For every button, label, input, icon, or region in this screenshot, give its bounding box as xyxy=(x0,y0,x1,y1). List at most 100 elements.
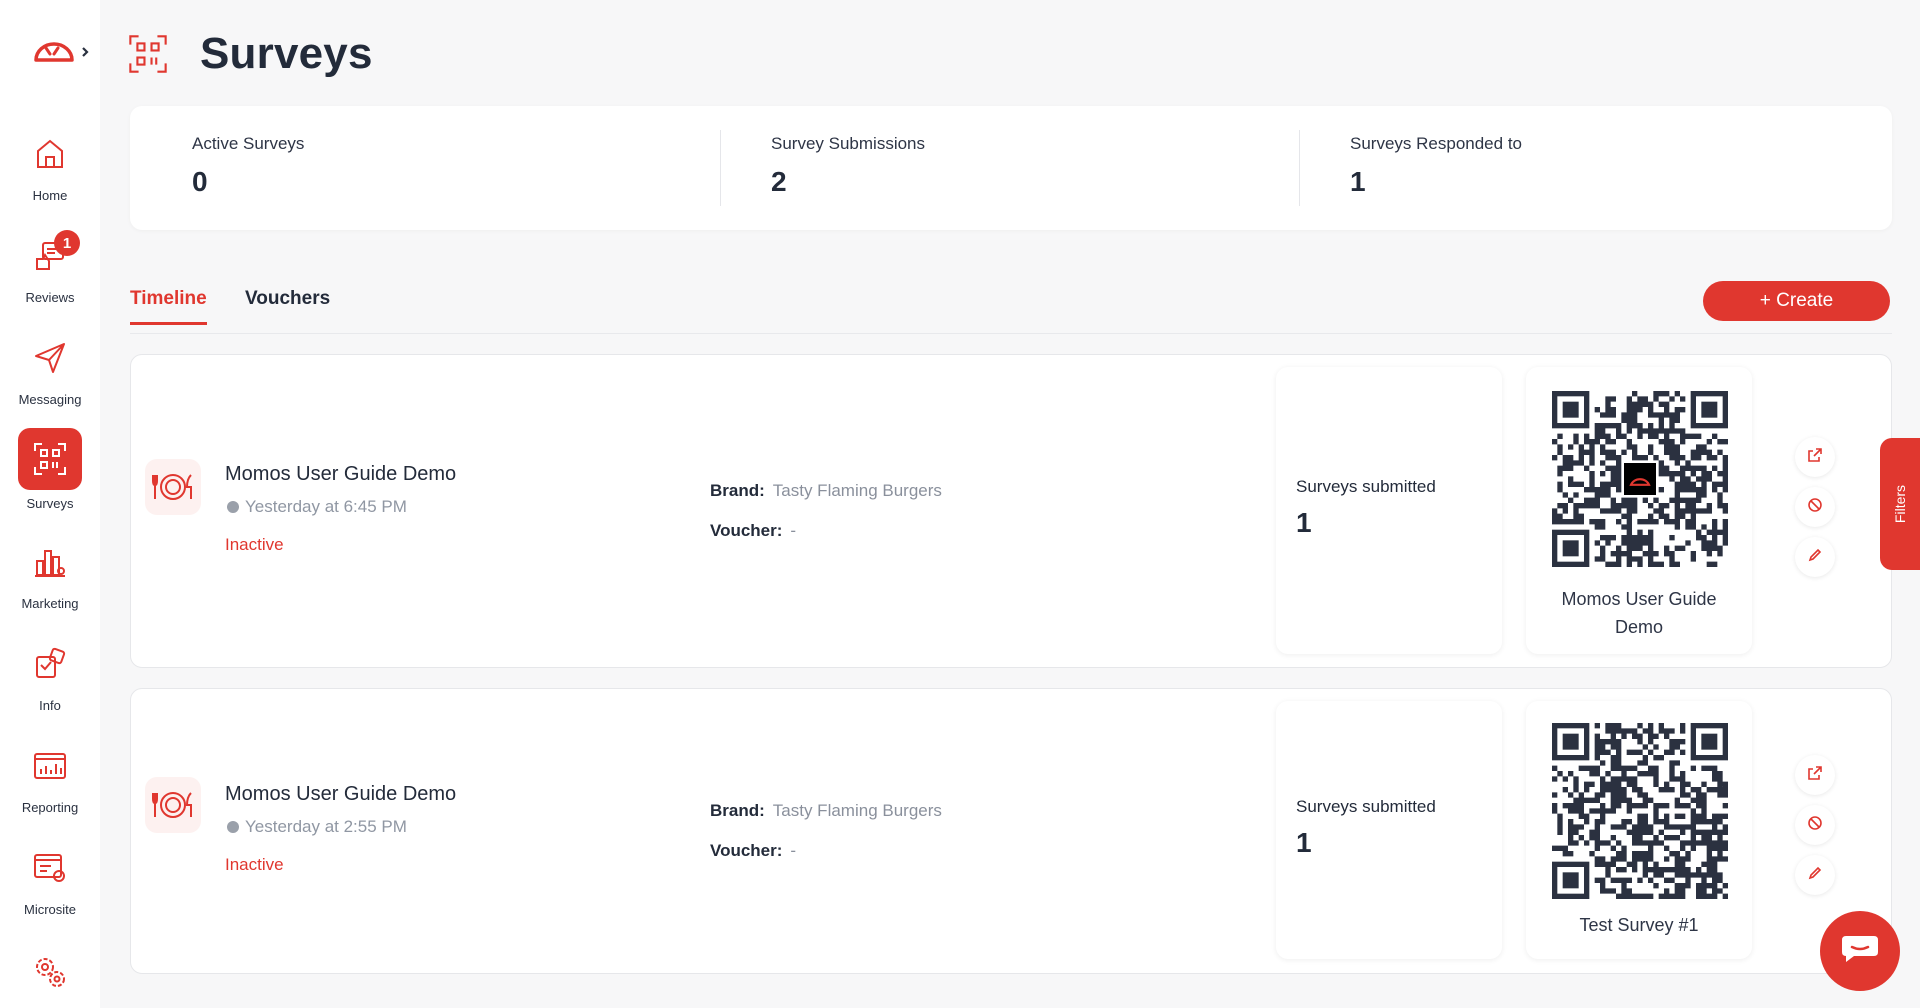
sidebar-item-label: Reporting xyxy=(21,800,79,815)
surveys-submitted-box: Surveys submitted 1 xyxy=(1276,701,1502,959)
divider xyxy=(1299,130,1300,206)
qr-code-box[interactable]: Test Survey #1 xyxy=(1526,701,1752,959)
clock-icon xyxy=(227,821,239,833)
tab-vouchers[interactable]: Vouchers xyxy=(245,288,330,322)
voucher-label: Voucher: xyxy=(710,521,783,540)
qr-code xyxy=(1552,723,1728,899)
chat-button[interactable] xyxy=(1820,911,1900,991)
divider xyxy=(720,130,721,206)
sidebar-item-microsite[interactable]: Microsite xyxy=(0,848,100,917)
filters-label: Filters xyxy=(1892,484,1908,524)
stat-value: 0 xyxy=(192,166,208,197)
voucher-value: - xyxy=(790,521,797,540)
stat-value: 2 xyxy=(771,166,787,197)
stat-surveys-responded: Surveys Responded to 1 xyxy=(1350,134,1522,198)
sidebar-item-label: Microsite xyxy=(23,902,76,917)
status-badge: Inactive xyxy=(225,535,284,554)
qr-scan-icon xyxy=(128,34,168,74)
stat-value: 1 xyxy=(1350,166,1366,197)
sidebar-item-messaging[interactable]: Messaging xyxy=(0,338,100,407)
restaurant-icon xyxy=(145,459,201,515)
block-icon xyxy=(1807,497,1823,518)
qr-scan-icon xyxy=(18,428,82,490)
voucher-info: Voucher: - xyxy=(710,521,796,541)
page-title: Surveys xyxy=(200,29,373,78)
qr-code xyxy=(1552,391,1728,567)
survey-timestamp: Yesterday at 2:55 PM xyxy=(227,817,407,837)
microsite-icon xyxy=(30,848,70,888)
block-icon xyxy=(1807,815,1823,836)
survey-title: Momos User Guide Demo xyxy=(225,783,457,805)
settings-icon xyxy=(30,952,70,992)
pencil-icon xyxy=(1808,548,1822,567)
submitted-value: 1 xyxy=(1296,507,1312,538)
brand-value: Tasty Flaming Burgers xyxy=(772,481,942,500)
brand-label: Brand: xyxy=(710,801,765,820)
survey-title: Momos User Guide Demo xyxy=(225,463,457,485)
open-link-button[interactable] xyxy=(1795,755,1835,795)
stats-panel: Active Surveys 0 Survey Submissions 2 Su… xyxy=(130,106,1892,230)
surveys-submitted-box: Surveys submitted 1 xyxy=(1276,367,1502,654)
qr-code-box[interactable]: Momos User Guide Demo xyxy=(1526,367,1752,654)
momos-logo[interactable] xyxy=(32,34,92,70)
clock-icon xyxy=(227,501,239,513)
sidebar-item-info[interactable]: Info xyxy=(0,644,100,713)
survey-card[interactable]: Momos User Guide Demo Yesterday at 6:45 … xyxy=(130,354,1892,668)
stat-label: Surveys Responded to xyxy=(1350,134,1522,153)
stat-active-surveys: Active Surveys 0 xyxy=(192,134,304,198)
sidebar-item-label: Home xyxy=(32,188,68,203)
restaurant-icon xyxy=(145,777,201,833)
submitted-label: Surveys submitted xyxy=(1296,477,1436,496)
qr-label: Test Survey #1 xyxy=(1579,915,1699,935)
survey-timestamp: Yesterday at 6:45 PM xyxy=(227,497,407,517)
voucher-info: Voucher: - xyxy=(710,841,796,861)
send-icon xyxy=(30,338,70,378)
sidebar-item-reporting[interactable]: Reporting xyxy=(0,746,100,815)
submitted-value: 1 xyxy=(1296,827,1312,858)
home-icon xyxy=(30,134,70,174)
deactivate-button[interactable] xyxy=(1795,487,1835,527)
pencil-icon xyxy=(1808,866,1822,885)
sidebar-item-surveys[interactable]: Surveys xyxy=(0,428,100,511)
timestamp-text: Yesterday at 2:55 PM xyxy=(245,817,407,836)
edit-button[interactable] xyxy=(1795,855,1835,895)
sidebar-item-label: Info xyxy=(39,698,61,713)
survey-card[interactable]: Momos User Guide Demo Yesterday at 2:55 … xyxy=(130,688,1892,974)
chat-icon xyxy=(1840,934,1880,969)
sidebar-item-home[interactable]: Home xyxy=(0,134,100,203)
page-header: Surveys xyxy=(128,26,373,82)
marketing-icon xyxy=(30,542,70,582)
timestamp-text: Yesterday at 6:45 PM xyxy=(245,497,407,516)
tab-timeline[interactable]: Timeline xyxy=(130,288,207,325)
brand-label: Brand: xyxy=(710,481,765,500)
voucher-label: Voucher: xyxy=(710,841,783,860)
qr-label: Momos User Guide Demo xyxy=(1561,589,1717,637)
external-link-icon xyxy=(1807,765,1823,786)
stat-label: Active Surveys xyxy=(192,134,305,153)
notification-badge: 1 xyxy=(54,230,80,256)
external-link-icon xyxy=(1807,447,1823,468)
deactivate-button[interactable] xyxy=(1795,805,1835,845)
sidebar-item-label: Messaging xyxy=(18,392,82,407)
status-badge: Inactive xyxy=(225,855,284,874)
tab-bar: Timeline Vouchers xyxy=(130,284,1892,334)
sidebar-item-label: Marketing xyxy=(21,596,79,611)
open-link-button[interactable] xyxy=(1795,437,1835,477)
sidebar-item-reviews[interactable]: 1 Reviews xyxy=(0,230,100,305)
reporting-icon xyxy=(30,746,70,786)
brand-info: Brand: Tasty Flaming Burgers xyxy=(710,481,942,501)
stat-label: Survey Submissions xyxy=(771,134,926,153)
stat-survey-submissions: Survey Submissions 2 xyxy=(771,134,925,198)
info-icon xyxy=(30,644,70,684)
brand-info: Brand: Tasty Flaming Burgers xyxy=(710,801,942,821)
edit-button[interactable] xyxy=(1795,537,1835,577)
create-button[interactable]: + Create xyxy=(1703,281,1890,321)
filters-tab[interactable]: Filters xyxy=(1880,438,1920,570)
sidebar-item-settings[interactable] xyxy=(0,952,100,992)
sidebar-item-marketing[interactable]: Marketing xyxy=(0,542,100,611)
sidebar-item-label: Reviews xyxy=(25,290,75,305)
voucher-value: - xyxy=(790,841,797,860)
sidebar: Home 1 Reviews Messaging Surveys Marketi… xyxy=(0,0,100,1008)
submitted-label: Surveys submitted xyxy=(1296,797,1436,816)
sidebar-item-label: Surveys xyxy=(26,496,74,511)
